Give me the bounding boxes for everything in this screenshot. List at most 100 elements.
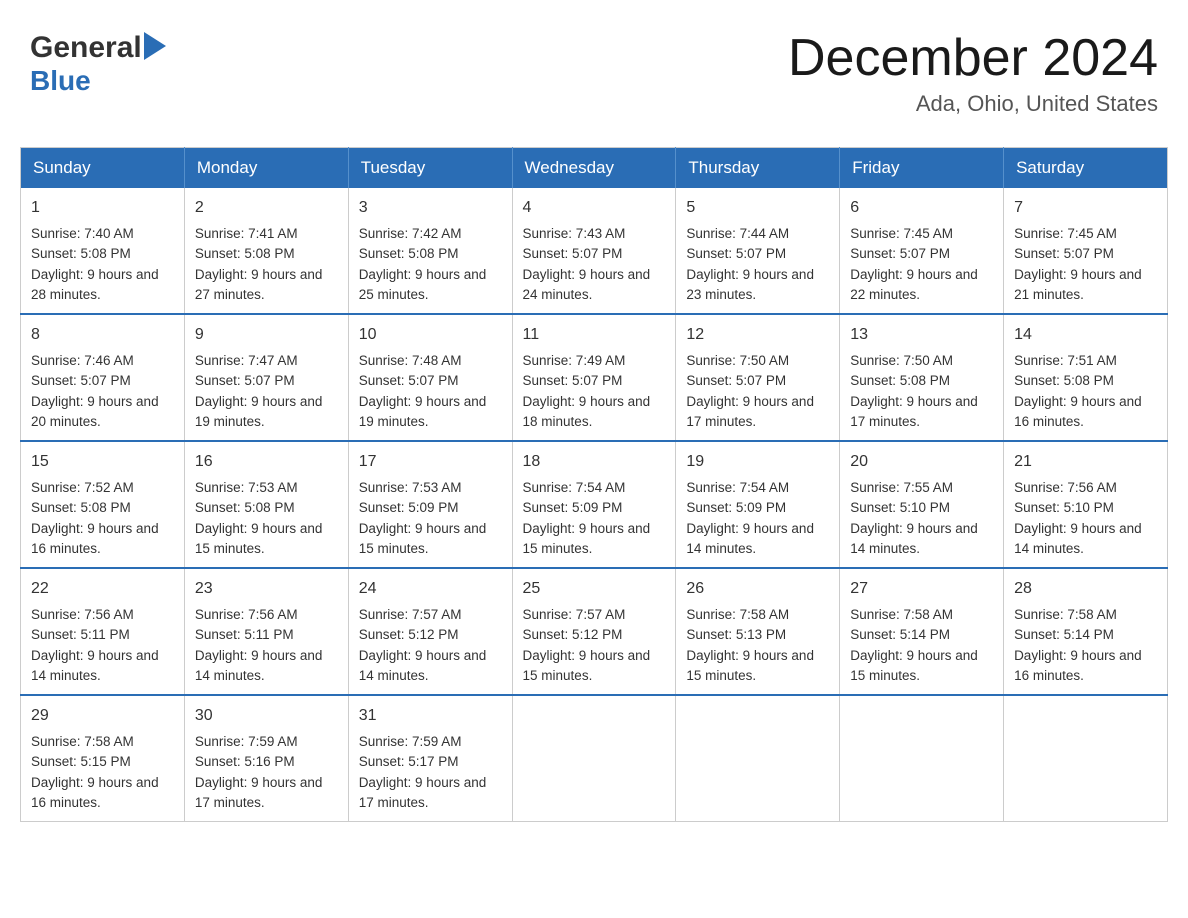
day-cell-8: 8 Sunrise: 7:46 AMSunset: 5:07 PMDayligh… [21,314,185,441]
day-cell-3: 3 Sunrise: 7:42 AMSunset: 5:08 PMDayligh… [348,188,512,314]
day-number: 8 [31,323,174,347]
day-info: Sunrise: 7:55 AMSunset: 5:10 PMDaylight:… [850,480,978,556]
day-number: 6 [850,196,993,220]
day-number: 21 [1014,450,1157,474]
col-header-thursday: Thursday [676,148,840,189]
day-info: Sunrise: 7:57 AMSunset: 5:12 PMDaylight:… [359,607,487,683]
col-header-tuesday: Tuesday [348,148,512,189]
day-info: Sunrise: 7:47 AMSunset: 5:07 PMDaylight:… [195,353,323,429]
day-number: 13 [850,323,993,347]
day-number: 25 [523,577,666,601]
day-cell-18: 18 Sunrise: 7:54 AMSunset: 5:09 PMDaylig… [512,441,676,568]
day-cell-22: 22 Sunrise: 7:56 AMSunset: 5:11 PMDaylig… [21,568,185,695]
week-row-4: 22 Sunrise: 7:56 AMSunset: 5:11 PMDaylig… [21,568,1168,695]
logo-arrow-icon [144,32,166,60]
day-info: Sunrise: 7:56 AMSunset: 5:11 PMDaylight:… [195,607,323,683]
day-number: 15 [31,450,174,474]
calendar-header-row: SundayMondayTuesdayWednesdayThursdayFrid… [21,148,1168,189]
day-number: 16 [195,450,338,474]
day-number: 24 [359,577,502,601]
logo-icon: General [30,30,166,65]
day-number: 19 [686,450,829,474]
day-info: Sunrise: 7:41 AMSunset: 5:08 PMDaylight:… [195,226,323,302]
day-number: 23 [195,577,338,601]
day-number: 22 [31,577,174,601]
day-info: Sunrise: 7:52 AMSunset: 5:08 PMDaylight:… [31,480,159,556]
day-cell-4: 4 Sunrise: 7:43 AMSunset: 5:07 PMDayligh… [512,188,676,314]
day-number: 1 [31,196,174,220]
col-header-saturday: Saturday [1004,148,1168,189]
day-info: Sunrise: 7:56 AMSunset: 5:10 PMDaylight:… [1014,480,1142,556]
week-row-2: 8 Sunrise: 7:46 AMSunset: 5:07 PMDayligh… [21,314,1168,441]
day-cell-25: 25 Sunrise: 7:57 AMSunset: 5:12 PMDaylig… [512,568,676,695]
day-number: 5 [686,196,829,220]
day-cell-30: 30 Sunrise: 7:59 AMSunset: 5:16 PMDaylig… [184,695,348,822]
day-cell-19: 19 Sunrise: 7:54 AMSunset: 5:09 PMDaylig… [676,441,840,568]
location-label: Ada, Ohio, United States [788,91,1158,117]
day-info: Sunrise: 7:59 AMSunset: 5:16 PMDaylight:… [195,734,323,810]
day-info: Sunrise: 7:58 AMSunset: 5:15 PMDaylight:… [31,734,159,810]
day-cell-14: 14 Sunrise: 7:51 AMSunset: 5:08 PMDaylig… [1004,314,1168,441]
day-info: Sunrise: 7:57 AMSunset: 5:12 PMDaylight:… [523,607,651,683]
day-info: Sunrise: 7:58 AMSunset: 5:13 PMDaylight:… [686,607,814,683]
empty-cell [1004,695,1168,822]
day-cell-29: 29 Sunrise: 7:58 AMSunset: 5:15 PMDaylig… [21,695,185,822]
empty-cell [676,695,840,822]
day-number: 27 [850,577,993,601]
day-number: 26 [686,577,829,601]
empty-cell [512,695,676,822]
col-header-friday: Friday [840,148,1004,189]
day-info: Sunrise: 7:50 AMSunset: 5:07 PMDaylight:… [686,353,814,429]
day-cell-16: 16 Sunrise: 7:53 AMSunset: 5:08 PMDaylig… [184,441,348,568]
title-section: December 2024 Ada, Ohio, United States [788,30,1158,117]
day-number: 9 [195,323,338,347]
day-number: 3 [359,196,502,220]
day-cell-21: 21 Sunrise: 7:56 AMSunset: 5:10 PMDaylig… [1004,441,1168,568]
day-info: Sunrise: 7:44 AMSunset: 5:07 PMDaylight:… [686,226,814,302]
day-info: Sunrise: 7:42 AMSunset: 5:08 PMDaylight:… [359,226,487,302]
day-cell-27: 27 Sunrise: 7:58 AMSunset: 5:14 PMDaylig… [840,568,1004,695]
day-info: Sunrise: 7:51 AMSunset: 5:08 PMDaylight:… [1014,353,1142,429]
day-cell-10: 10 Sunrise: 7:48 AMSunset: 5:07 PMDaylig… [348,314,512,441]
day-cell-20: 20 Sunrise: 7:55 AMSunset: 5:10 PMDaylig… [840,441,1004,568]
day-number: 14 [1014,323,1157,347]
day-number: 17 [359,450,502,474]
day-number: 2 [195,196,338,220]
month-title: December 2024 [788,30,1158,87]
logo-blue-text: Blue [30,65,91,97]
day-info: Sunrise: 7:46 AMSunset: 5:07 PMDaylight:… [31,353,159,429]
day-info: Sunrise: 7:40 AMSunset: 5:08 PMDaylight:… [31,226,159,302]
day-info: Sunrise: 7:48 AMSunset: 5:07 PMDaylight:… [359,353,487,429]
day-cell-1: 1 Sunrise: 7:40 AMSunset: 5:08 PMDayligh… [21,188,185,314]
day-cell-9: 9 Sunrise: 7:47 AMSunset: 5:07 PMDayligh… [184,314,348,441]
day-number: 18 [523,450,666,474]
day-number: 7 [1014,196,1157,220]
day-cell-28: 28 Sunrise: 7:58 AMSunset: 5:14 PMDaylig… [1004,568,1168,695]
empty-cell [840,695,1004,822]
day-number: 10 [359,323,502,347]
day-info: Sunrise: 7:45 AMSunset: 5:07 PMDaylight:… [850,226,978,302]
day-cell-23: 23 Sunrise: 7:56 AMSunset: 5:11 PMDaylig… [184,568,348,695]
day-number: 30 [195,704,338,728]
day-cell-24: 24 Sunrise: 7:57 AMSunset: 5:12 PMDaylig… [348,568,512,695]
day-number: 29 [31,704,174,728]
day-info: Sunrise: 7:54 AMSunset: 5:09 PMDaylight:… [686,480,814,556]
day-cell-31: 31 Sunrise: 7:59 AMSunset: 5:17 PMDaylig… [348,695,512,822]
day-cell-26: 26 Sunrise: 7:58 AMSunset: 5:13 PMDaylig… [676,568,840,695]
day-cell-7: 7 Sunrise: 7:45 AMSunset: 5:07 PMDayligh… [1004,188,1168,314]
logo: General Blue [30,30,166,97]
col-header-monday: Monday [184,148,348,189]
day-info: Sunrise: 7:53 AMSunset: 5:09 PMDaylight:… [359,480,487,556]
day-info: Sunrise: 7:45 AMSunset: 5:07 PMDaylight:… [1014,226,1142,302]
day-info: Sunrise: 7:53 AMSunset: 5:08 PMDaylight:… [195,480,323,556]
day-info: Sunrise: 7:50 AMSunset: 5:08 PMDaylight:… [850,353,978,429]
col-header-sunday: Sunday [21,148,185,189]
day-info: Sunrise: 7:56 AMSunset: 5:11 PMDaylight:… [31,607,159,683]
day-cell-17: 17 Sunrise: 7:53 AMSunset: 5:09 PMDaylig… [348,441,512,568]
day-cell-12: 12 Sunrise: 7:50 AMSunset: 5:07 PMDaylig… [676,314,840,441]
day-number: 31 [359,704,502,728]
day-info: Sunrise: 7:58 AMSunset: 5:14 PMDaylight:… [850,607,978,683]
day-info: Sunrise: 7:43 AMSunset: 5:07 PMDaylight:… [523,226,651,302]
day-cell-11: 11 Sunrise: 7:49 AMSunset: 5:07 PMDaylig… [512,314,676,441]
logo-general-text: General [30,31,142,65]
